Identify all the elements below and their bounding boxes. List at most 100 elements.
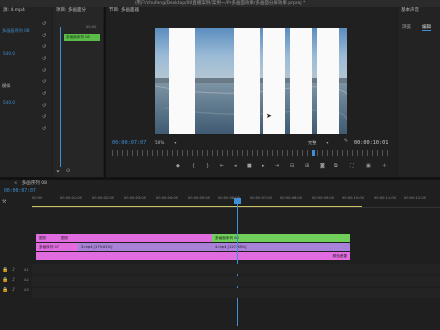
tab-browse[interactable]: 浏览 bbox=[402, 24, 411, 30]
reset-icon[interactable]: ↺ bbox=[42, 80, 46, 85]
mini-timeline-time: 00;00 bbox=[86, 25, 97, 29]
vr-icon[interactable]: ⛶ bbox=[350, 164, 354, 169]
go-to-out-icon[interactable]: ⇥ bbox=[275, 164, 279, 169]
program-timecode-current[interactable]: 00:00:07:07 bbox=[112, 140, 146, 146]
mini-playhead[interactable] bbox=[60, 27, 61, 167]
stop-icon[interactable]: ■ bbox=[247, 164, 252, 169]
reset-icon[interactable]: ↺ bbox=[42, 69, 46, 74]
quality-select[interactable]: 完整 ▾ bbox=[308, 140, 340, 146]
mic-icon[interactable]: ♪ bbox=[12, 288, 15, 293]
chevron-down-icon: ▾ bbox=[326, 140, 329, 145]
tab-edit[interactable]: 编辑 bbox=[422, 24, 431, 31]
work-area-bar[interactable] bbox=[32, 206, 362, 207]
mark-in-icon[interactable]: { bbox=[192, 164, 195, 169]
add-button-icon[interactable]: ＋ bbox=[382, 164, 387, 169]
track-headers: 🔒 A1 ♪ 🔒 A2 ♪ 🔒 A3 ♪ bbox=[0, 232, 32, 322]
mini-icon[interactable]: ⊙ bbox=[66, 169, 70, 174]
lift-icon[interactable]: ⊟ bbox=[290, 164, 294, 169]
track-lock-icon[interactable]: 🔒 bbox=[2, 268, 8, 273]
track-lock-icon[interactable]: 🔒 bbox=[2, 288, 8, 293]
clip-label: 颜色遮罩 bbox=[332, 254, 347, 258]
white-strip bbox=[317, 28, 339, 134]
reset-icon[interactable]: ↺ bbox=[42, 34, 46, 39]
mic-icon[interactable]: ♪ bbox=[12, 268, 15, 273]
wrench-icon[interactable]: ✎ bbox=[344, 139, 348, 144]
clip-graphic[interactable]: 图形 bbox=[36, 234, 58, 242]
ruler-tick: 00:00:08:00 bbox=[280, 196, 302, 200]
step-forward-icon[interactable]: ▸ bbox=[262, 164, 265, 169]
clip-label: 多画序列 07 bbox=[39, 245, 60, 249]
mark-out-icon[interactable]: } bbox=[206, 164, 209, 169]
ec-value-2[interactable]: 540.0 bbox=[3, 100, 15, 105]
extract-icon[interactable]: ⊞ bbox=[305, 164, 309, 169]
ruler-tick: 00:00:03:00 bbox=[124, 196, 146, 200]
ec-value-1[interactable]: 540.0 bbox=[3, 51, 15, 56]
marker-icon[interactable]: ◆ bbox=[176, 164, 180, 169]
mini-timeline-clip[interactable]: 多画面序列 08 bbox=[64, 34, 100, 41]
timeline-timecode[interactable]: 00:00:07:07 bbox=[4, 189, 36, 194]
ruler-tick: 00:00:05:00 bbox=[188, 196, 210, 200]
mini-timeline-panel: 项目: 多画面分 00;00 多画面序列 08 ⏷ ⊙ bbox=[53, 7, 103, 177]
zoom-value: 50% bbox=[155, 140, 165, 145]
ruler-tick: 00:00:09:00 bbox=[312, 196, 334, 200]
reset-icon[interactable]: ↺ bbox=[42, 92, 46, 97]
timeline-playhead[interactable] bbox=[237, 198, 238, 326]
filter-icon[interactable]: ⏷ bbox=[56, 170, 60, 175]
track-lock-icon[interactable]: 🔒 bbox=[2, 278, 8, 283]
clip-label: 4.mp4 [127.98%] bbox=[215, 245, 247, 249]
reset-icon[interactable]: ↺ bbox=[42, 127, 46, 132]
reset-icon[interactable]: ↺ bbox=[42, 115, 46, 120]
clip-graphic[interactable]: 图形 bbox=[58, 234, 212, 242]
white-strip bbox=[234, 28, 260, 134]
go-to-in-icon[interactable]: ⇤ bbox=[220, 164, 224, 169]
white-strip bbox=[290, 28, 312, 134]
clip-label: 多画面序列 08 bbox=[215, 236, 239, 240]
monitor-playhead[interactable] bbox=[312, 150, 315, 156]
reset-icon[interactable]: ↺ bbox=[42, 104, 46, 109]
export-frame-icon[interactable]: ▣ bbox=[366, 164, 371, 169]
ruler-tick: 00:00:01:00 bbox=[60, 196, 82, 200]
mini-timeline-clip-label: 多画面序列 08 bbox=[66, 35, 90, 39]
mic-icon[interactable]: ♪ bbox=[12, 278, 15, 283]
window-title: /用户/chufeng/Desktop/00直播案例/案例一/Pr多画面效果/多… bbox=[0, 0, 440, 7]
clip-sequence[interactable]: 多画面序列 08 bbox=[212, 234, 350, 242]
reset-icon[interactable]: ↺ bbox=[42, 22, 46, 27]
reset-icon[interactable]: ↺ bbox=[42, 57, 46, 62]
clip-video[interactable]: 3.mp4 [179.61%] bbox=[78, 243, 212, 251]
program-monitor-header[interactable]: 节目: 多画面器 bbox=[106, 7, 396, 15]
ruler-tick: 00:00:02:00 bbox=[92, 196, 114, 200]
reset-icon[interactable]: ↺ bbox=[42, 45, 46, 50]
wrench-icon[interactable]: ⚒ bbox=[2, 200, 6, 205]
transport-controls: ◆ { } ⇤ ◂ ■ ▸ ⇥ ⊟ ⊞ ◙ ⧉ ⛶ ▣ ＋ bbox=[174, 164, 394, 172]
clip-label: 图形 bbox=[39, 236, 47, 240]
ec-row-label-1: 多画面序列 08 bbox=[2, 28, 30, 33]
clip-video[interactable]: 4.mp4 [127.98%] bbox=[212, 243, 350, 251]
track-label-a3: A3 bbox=[24, 288, 29, 292]
track-label-a1: A1 bbox=[24, 268, 29, 272]
timeline-playhead-handle[interactable] bbox=[234, 198, 241, 204]
audio-track bbox=[32, 288, 440, 298]
audio-track bbox=[32, 264, 440, 274]
essential-sound-header[interactable]: 基本声音 bbox=[398, 7, 440, 15]
ruler-tick: 00:00:12:00 bbox=[404, 196, 426, 200]
ruler-tick: 00:00:04:00 bbox=[156, 196, 178, 200]
program-video-frame bbox=[155, 28, 347, 134]
chevron-down-icon: ▾ bbox=[174, 140, 177, 145]
effect-controls-header[interactable]: 源: 4.mp4 bbox=[0, 7, 52, 15]
zoom-select[interactable]: 50% ▾ bbox=[155, 140, 189, 146]
reset-icons-column: ↺ ↺ ↺ ↺ ↺ ↺ ↺ ↺ ↺ ↺ bbox=[42, 22, 52, 142]
white-strip bbox=[169, 28, 195, 134]
mini-timeline-header[interactable]: 项目: 多画面分 bbox=[53, 7, 103, 15]
step-back-icon[interactable]: ◂ bbox=[234, 164, 237, 169]
monitor-scrubber[interactable] bbox=[112, 150, 390, 156]
timeline-header: × 多画序列 08 bbox=[0, 180, 440, 188]
camera-icon[interactable]: ◙ bbox=[320, 164, 325, 169]
clip-sequence[interactable]: 多画序列 07 bbox=[36, 243, 78, 251]
comparison-icon[interactable]: ⧉ bbox=[334, 164, 338, 169]
ruler-tick: 00:00 bbox=[32, 196, 43, 200]
program-timecode-total: 00:00:10:01 bbox=[354, 140, 389, 146]
timeline-close-icon[interactable]: × bbox=[14, 180, 17, 185]
clip-color-matte[interactable]: 颜色遮罩 bbox=[36, 252, 350, 260]
ruler-tick: 00:00:11:00 bbox=[374, 196, 396, 200]
timeline-sequence-name[interactable]: 多画序列 08 bbox=[22, 181, 47, 186]
